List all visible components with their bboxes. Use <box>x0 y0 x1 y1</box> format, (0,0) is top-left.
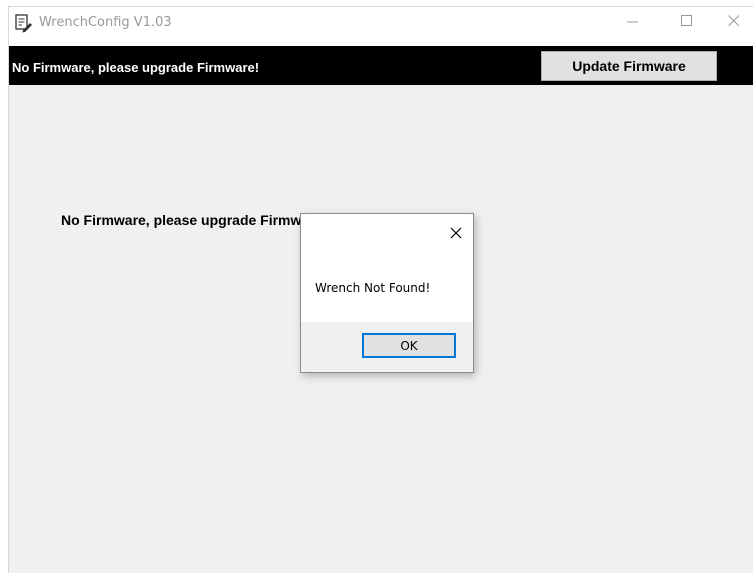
message-dialog: Wrench Not Found! OK <box>300 213 474 373</box>
dialog-close-button[interactable] <box>446 223 466 243</box>
maximize-icon <box>681 15 692 26</box>
firmware-banner: No Firmware, please upgrade Firmware! Up… <box>9 46 753 85</box>
close-icon <box>450 227 462 239</box>
app-edit-icon <box>13 13 33 33</box>
dialog-message: Wrench Not Found! <box>315 281 431 295</box>
main-status-message: No Firmware, please upgrade Firmware! <box>61 212 328 228</box>
minimize-button[interactable] <box>611 7 655 37</box>
banner-message: No Firmware, please upgrade Firmware! <box>12 60 260 75</box>
maximize-button[interactable] <box>665 7 709 37</box>
close-icon <box>728 15 740 27</box>
minimize-icon <box>627 21 638 23</box>
dialog-footer: OK <box>301 322 473 372</box>
title-bar[interactable]: WrenchConfig V1.03 <box>9 7 753 46</box>
update-firmware-button[interactable]: Update Firmware <box>541 51 717 81</box>
close-button[interactable] <box>712 7 753 37</box>
ok-button[interactable]: OK <box>362 333 456 358</box>
window-title: WrenchConfig V1.03 <box>39 15 172 30</box>
